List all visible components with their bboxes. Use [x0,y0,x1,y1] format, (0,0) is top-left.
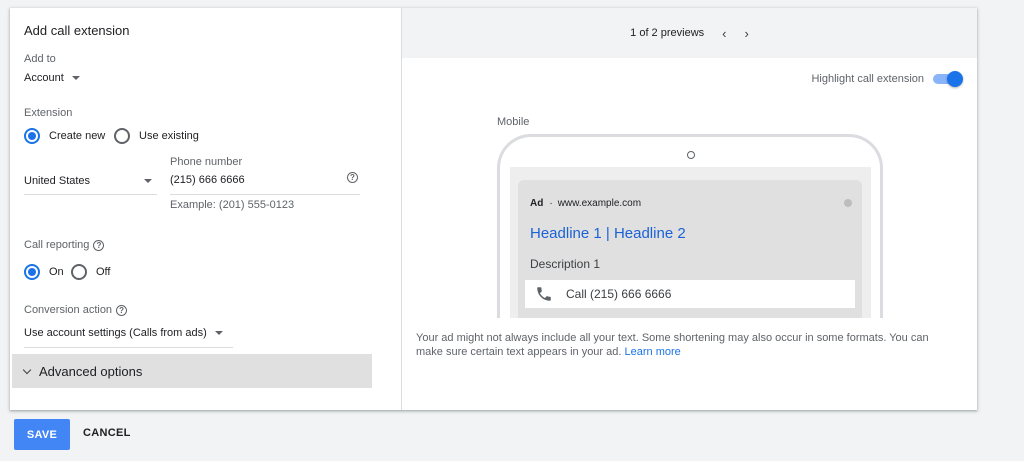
call-reporting-label: Call reporting ? [24,239,105,251]
phone-example: Example: (201) 555-0123 [170,199,295,211]
radio-checked-icon [24,128,40,144]
country-dropdown[interactable]: United States [24,175,152,187]
call-extension-card: Add call extension Add to Account Extens… [10,8,977,410]
radio-use-existing[interactable]: Use existing [114,128,199,144]
ad-description: Description 1 [530,257,601,271]
ad-headline: Headline 1 | Headline 2 [530,225,686,242]
cancel-button[interactable]: CANCEL [83,427,131,439]
pager-text: 1 of 2 previews [630,27,705,39]
ad-badge: Ad [530,198,544,209]
radio-unchecked-icon [114,128,130,144]
conversion-action-text: Conversion action [24,304,113,316]
radio-reporting-on[interactable]: On [24,264,64,280]
phone-icon [537,287,551,301]
conversion-action-value: Use account settings (Calls from ads) [24,327,207,339]
extension-form: Add call extension Add to Account Extens… [10,8,402,410]
conversion-action-label: Conversion action ? [24,304,128,316]
phone-label: Phone number [170,156,243,168]
off-label: Off [96,266,111,278]
ad-preview-panel: 1 of 2 previews ‹ › Highlight call exten… [402,8,977,410]
advanced-options-toggle[interactable]: Advanced options [12,354,372,388]
advanced-options-label: Advanced options [39,363,143,379]
learn-more-link[interactable]: Learn more [625,346,681,358]
country-value: United States [24,175,91,187]
phone-camera-icon [687,151,695,159]
use-existing-label: Use existing [139,130,199,142]
save-button[interactable]: SAVE [14,419,70,450]
dropdown-caret-icon [214,331,223,335]
extension-label: Extension [24,107,73,119]
chevron-right-icon[interactable]: › [744,26,748,41]
help-circle-icon[interactable]: ? [116,304,128,316]
radio-create-new[interactable]: Create new [24,128,105,144]
phone-screen: Ad · www.example.com Headline 1 | Headli… [510,167,871,318]
mobile-label: Mobile [497,116,530,128]
ad-header: Ad · www.example.com [530,198,641,209]
toggle-knob [947,71,963,87]
preview-pager-bar: 1 of 2 previews ‹ › [402,8,977,58]
ad-info-icon [844,199,852,207]
dropdown-caret-icon [71,76,80,80]
highlight-call-extension-label: Highlight call extension [811,73,924,85]
ad-call-text: Call (215) 666 6666 [566,287,672,301]
conversion-action-dropdown[interactable]: Use account settings (Calls from ads) [24,327,223,339]
conversion-underline [24,347,233,348]
chevron-down-icon [22,365,32,374]
preview-pager: 1 of 2 previews ‹ › [630,26,749,41]
ad-separator: · [549,198,553,209]
radio-checked-icon [24,264,40,280]
form-title: Add call extension [24,23,130,38]
help-circle-icon[interactable]: ? [93,239,105,251]
add-to-label: Add to [24,53,56,65]
radio-unchecked-icon [71,264,87,280]
help-circle-icon[interactable]: ? [347,172,358,183]
ad-preview: Ad · www.example.com Headline 1 | Headli… [518,180,862,318]
call-reporting-text: Call reporting [24,239,90,251]
ad-display-url: www.example.com [557,198,642,209]
mobile-phone-frame: Ad · www.example.com Headline 1 | Headli… [497,134,883,318]
on-label: On [49,266,64,278]
create-new-label: Create new [49,130,106,142]
highlight-call-extension-toggle[interactable] [933,71,963,87]
country-underline [24,194,157,195]
dropdown-caret-icon [144,179,152,183]
phone-underline [170,194,360,195]
radio-reporting-off[interactable]: Off [71,264,110,280]
add-to-value: Account [24,72,64,84]
phone-input[interactable]: (215) 666 6666 [170,174,245,186]
add-to-dropdown[interactable]: Account [24,72,80,84]
chevron-left-icon[interactable]: ‹ [722,26,726,41]
ad-call-extension: Call (215) 666 6666 [525,280,855,308]
preview-disclaimer: Your ad might not always include all you… [416,331,956,359]
